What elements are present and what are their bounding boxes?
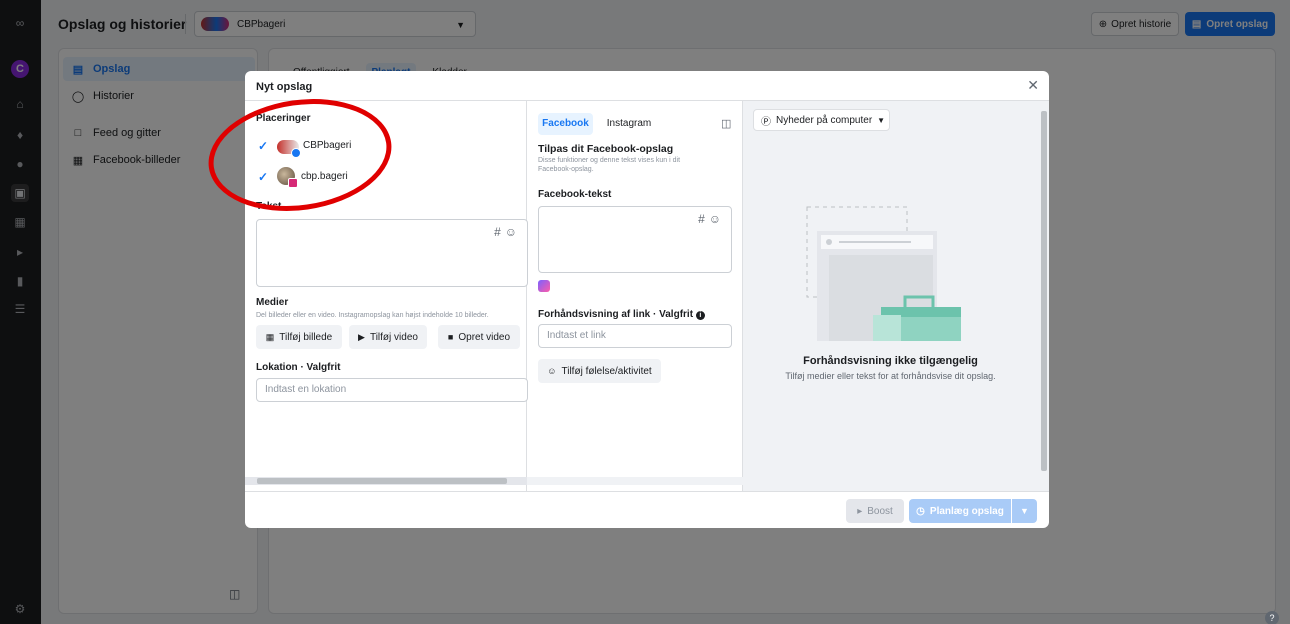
tab-instagram[interactable]: Instagram [599,113,659,135]
preview-selector-label: Nyheder på computer [776,114,873,126]
dialog-header: Nyt opslag ✕ [245,71,1049,101]
create-video-icon: ■ [447,332,454,342]
video-icon: ▶ [358,331,365,342]
link-preview-label: Forhåndsvisning af link · Valgfrit i [538,309,705,320]
preview-placement-selector[interactable]: Ⓟ Nyheder på computer ▼ [753,109,890,131]
help-icon[interactable]: ? [1265,611,1279,624]
add-video-label: Tilføj video [369,331,418,343]
location-input[interactable]: Indtast en lokation [256,378,528,402]
ai-assist-icon[interactable] [538,280,550,292]
schedule-post-button[interactable]: ◷ Planlæg opslag [909,499,1011,523]
feeling-activity-label: Tilføj følelse/aktivitet [561,365,652,377]
close-icon[interactable]: ✕ [1027,77,1039,94]
facebook-icon: Ⓟ [761,116,771,128]
dialog-footer: ▸ Boost ◷ Planlæg opslag ▼ [245,491,1049,528]
horizontal-scrollbar[interactable] [245,477,527,485]
hashtag-emoji-icons[interactable]: #☺ [494,225,521,239]
add-photo-button[interactable]: ▦ Tilføj billede [256,325,342,349]
clock-icon: ◷ [916,505,925,517]
customize-title: Tilpas dit Facebook-opslag [538,143,674,155]
add-video-button[interactable]: ▶ Tilføj video [349,325,427,349]
vertical-scrollbar[interactable] [1039,101,1049,491]
link-input[interactable]: Indtast et link [538,324,732,348]
preview-column: Ⓟ Nyheder på computer ▼ Forhåndsvisning … [743,101,1049,491]
dialog-title: Nyt opslag [256,81,313,93]
schedule-post-label: Planlæg opslag [929,505,1004,517]
megaphone-icon: ▸ [857,505,863,517]
toggle-preview-icon[interactable]: ◫ [721,117,731,130]
customize-hint: Disse funktioner og denne tekst vises ku… [538,157,681,173]
link-preview-label-text: Forhåndsvisning af link · Valgfrit [538,309,694,320]
facebook-customize-column: Facebook Instagram ◫ Tilpas dit Facebook… [527,101,743,491]
caret-down-icon: ▼ [877,115,886,125]
feeling-activity-button[interactable]: ☺ Tilføj følelse/aktivitet [538,359,661,383]
location-label: Lokation · Valgfrit [256,362,341,373]
media-hint: Del billeder eller en video. Instagramop… [256,312,489,319]
create-video-label: Opret video [458,331,511,343]
schedule-options-caret-icon[interactable]: ▼ [1012,499,1037,523]
boost-button[interactable]: ▸ Boost [846,499,904,523]
boost-label: Boost [867,505,893,517]
horizontal-scrollbar[interactable] [527,477,743,485]
post-text-input[interactable]: #☺ [256,219,528,287]
scrollbar-thumb[interactable] [1041,111,1047,471]
preview-unavailable-title: Forhåndsvisning ikke tilgængelig [803,355,978,367]
media-label: Medier [256,297,289,308]
smiley-icon: ☺ [547,366,557,376]
photo-icon: ▦ [265,331,275,342]
preview-illustration [806,206,961,341]
create-video-button[interactable]: ■ Opret video [438,325,520,349]
preview-unavailable-subtitle: Tilføj medier eller tekst for at forhånd… [785,371,996,381]
add-photo-label: Tilføj billede [279,331,333,343]
tab-facebook[interactable]: Facebook [538,113,593,135]
scrollbar-thumb[interactable] [257,478,507,484]
facebook-text-input[interactable]: #☺ [538,206,732,273]
facebook-text-label: Facebook-tekst [538,189,612,200]
info-icon[interactable]: i [695,311,705,320]
hashtag-emoji-icons[interactable]: #☺ [698,212,725,226]
